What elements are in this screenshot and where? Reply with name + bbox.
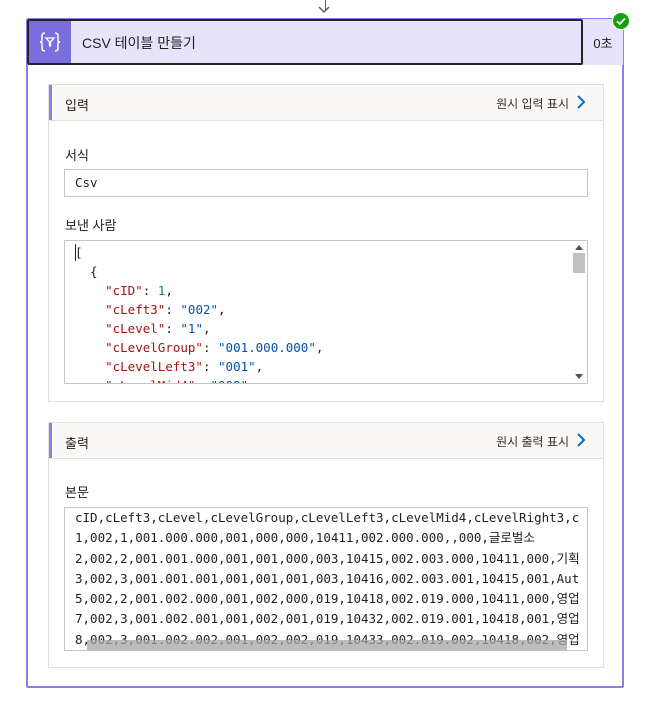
code-line: "cLeft3": "002", [105, 302, 226, 317]
body-label: 본문 [65, 485, 89, 500]
table-braces-icon [29, 21, 71, 63]
code-line: [ [75, 245, 83, 260]
from-json-code: [ { "cID": 1, "cLeft3": "002", "cLevel":… [75, 243, 323, 383]
inputs-accent-bar [49, 85, 52, 120]
body-csv-text: cID,cLeft3,cLevel,cLevelGroup,cLevelLeft… [75, 508, 587, 650]
csv-line: 2,002,2,001.001.000,001,001,000,003,1041… [75, 550, 580, 566]
code-line: { [75, 264, 98, 279]
chevron-right-icon[interactable] [576, 95, 586, 109]
horizontal-scroll-thumb[interactable] [87, 640, 567, 650]
arrow-down-icon [318, 6, 330, 14]
csv-line: 7,002,3,001.002.001,001,002,001,019,1043… [75, 611, 580, 627]
inputs-section: 입력 원시 입력 표시 서식 Csv 보낸 사람 [ { "cID": 1, "… [48, 84, 604, 402]
inputs-header: 입력 원시 입력 표시 [49, 85, 603, 121]
csv-line: 5,002,2,001.002.000,001,002,000,019,1041… [75, 591, 580, 607]
body-csv-box[interactable]: cID,cLeft3,cLevel,cLevelGroup,cLevelLeft… [64, 507, 588, 651]
scroll-thumb[interactable] [573, 253, 585, 273]
from-label: 보낸 사람 [65, 218, 117, 233]
inputs-label: 입력 [65, 98, 89, 113]
chevron-right-icon[interactable] [576, 433, 586, 447]
format-label: 서식 [65, 148, 89, 163]
text-cursor [75, 244, 76, 261]
outputs-accent-bar [49, 423, 52, 458]
show-raw-inputs-link[interactable]: 원시 입력 표시 [496, 95, 569, 112]
scroll-up-arrow-icon[interactable] [575, 245, 583, 250]
show-raw-outputs-link[interactable]: 원시 출력 표시 [496, 433, 569, 450]
success-check-icon [612, 12, 630, 30]
code-line: "cLevel": "1", [105, 321, 211, 336]
action-duration: 0초 [593, 36, 613, 51]
code-line: "cID": 1, [105, 283, 173, 298]
scroll-down-arrow-icon[interactable] [575, 374, 583, 379]
action-title: CSV 테이블 만들기 [82, 35, 196, 51]
outputs-header: 출력 원시 출력 표시 [49, 423, 603, 459]
outputs-label: 출력 [65, 436, 89, 451]
from-code-box[interactable]: [ { "cID": 1, "cLeft3": "002", "cLevel":… [64, 240, 588, 384]
outputs-section: 출력 원시 출력 표시 본문 cID,cLeft3,cLevel,cLevelG… [48, 422, 604, 668]
csv-line: 1,002,1,001.000.000,001,000,000,10411,00… [75, 530, 535, 546]
from-scrollbar[interactable] [572, 241, 587, 383]
code-line: "cLevelMid4": "000" [75, 376, 323, 383]
format-field: Csv [64, 169, 588, 197]
code-line: "cLevelLeft3": "001", [105, 359, 264, 374]
code-line: "cLevelGroup": "001.000.000", [105, 340, 324, 355]
csv-line: 3,002,3,001.001.001,001,001,001,003,1041… [75, 570, 580, 586]
csv-line: cID,cLeft3,cLevel,cLevelGroup,cLevelLeft… [75, 510, 580, 525]
